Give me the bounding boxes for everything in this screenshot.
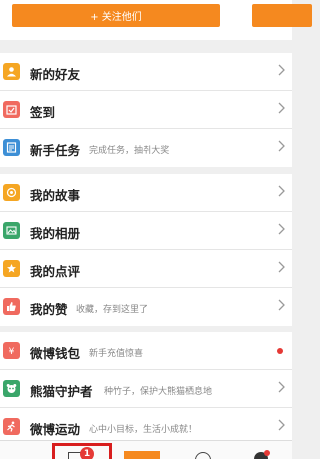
chevron-right-icon — [278, 381, 285, 393]
menu-item-new-friends[interactable]: 新的好友 — [0, 53, 292, 91]
chevron-right-icon — [278, 185, 285, 197]
menu-item-my-likes[interactable]: 我的赞 收藏，存到这里了 — [0, 288, 292, 326]
chevron-right-icon — [278, 64, 285, 76]
follow-them-button[interactable]: + 关注他们 — [12, 4, 220, 27]
menu-item-desc: 收藏，存到这里了 — [76, 305, 149, 315]
album-icon — [3, 222, 20, 239]
menu-item-label: 熊猫守护者 — [30, 384, 93, 399]
chevron-right-icon — [278, 102, 285, 114]
wallet-icon: ¥ — [3, 342, 20, 359]
menu-item-my-album[interactable]: 我的相册 — [0, 212, 292, 250]
task-icon — [3, 139, 20, 156]
menu-group-3: ¥ 微博钱包 新手充值惊喜 熊猫守护者 种竹子，保护大熊猫栖息地 微博运动 心中… — [0, 332, 292, 446]
menu-item-desc: 心中小目标，生活小成就！ — [89, 425, 198, 435]
chevron-right-icon — [278, 299, 285, 311]
notification-dot — [277, 348, 283, 354]
menu-item-checkin[interactable]: 签到 — [0, 91, 292, 129]
menu-item-label: 签到 — [30, 105, 56, 120]
story-icon — [3, 184, 20, 201]
chevron-right-icon — [278, 140, 285, 152]
svg-text:¥: ¥ — [9, 347, 15, 356]
menu-item-label: 我的点评 — [30, 264, 81, 279]
calendar-check-icon — [3, 101, 20, 118]
menu-item-panda-guardian[interactable]: 熊猫守护者 种竹子，保护大熊猫栖息地 — [0, 370, 292, 408]
review-icon — [3, 260, 20, 277]
menu-item-desc: 新手充值惊喜 — [89, 349, 144, 359]
chevron-right-icon — [278, 261, 285, 273]
menu-group-1: 新的好友 签到 新手任务 完成任务，抽취大奖 — [0, 53, 292, 167]
tab-compose[interactable] — [124, 451, 160, 459]
menu-item-my-reviews[interactable]: 我的点评 — [0, 250, 292, 288]
chevron-right-icon — [278, 223, 285, 235]
menu-item-label: 微博钱包 — [30, 346, 81, 361]
menu-item-label: 我的赞 — [30, 302, 68, 317]
friend-icon — [3, 63, 20, 80]
menu-item-weibo-wallet[interactable]: ¥ 微博钱包 新手充值惊喜 — [0, 332, 292, 370]
menu-item-my-stories[interactable]: 我的故事 — [0, 174, 292, 212]
menu-item-label: 我的故事 — [30, 188, 81, 203]
running-icon — [3, 418, 20, 435]
follow-button-partial[interactable] — [252, 4, 312, 27]
menu-item-desc: 完成任务，抽취大奖 — [89, 146, 170, 156]
menu-item-desc: 种竹子，保护大熊猫栖息地 — [104, 387, 213, 397]
follow-strip: + 关注他们 — [0, 0, 312, 40]
menu-item-label: 新手任务 — [30, 143, 81, 158]
unread-badge: 1 — [80, 447, 94, 459]
menu-item-label: 我的相册 — [30, 226, 81, 241]
menu-item-label: 新的好友 — [30, 67, 81, 82]
chevron-right-icon — [278, 419, 285, 431]
menu-group-2: 我的故事 我的相册 我的点评 我的赞 收藏，存到这里了 — [0, 174, 292, 326]
panda-icon — [3, 380, 20, 397]
menu-item-newbie-tasks[interactable]: 新手任务 完成任务，抽취大奖 — [0, 129, 292, 167]
menu-item-label: 微博运动 — [30, 422, 81, 437]
thumbs-up-icon — [3, 298, 20, 315]
profile-notification-dot — [264, 450, 270, 456]
